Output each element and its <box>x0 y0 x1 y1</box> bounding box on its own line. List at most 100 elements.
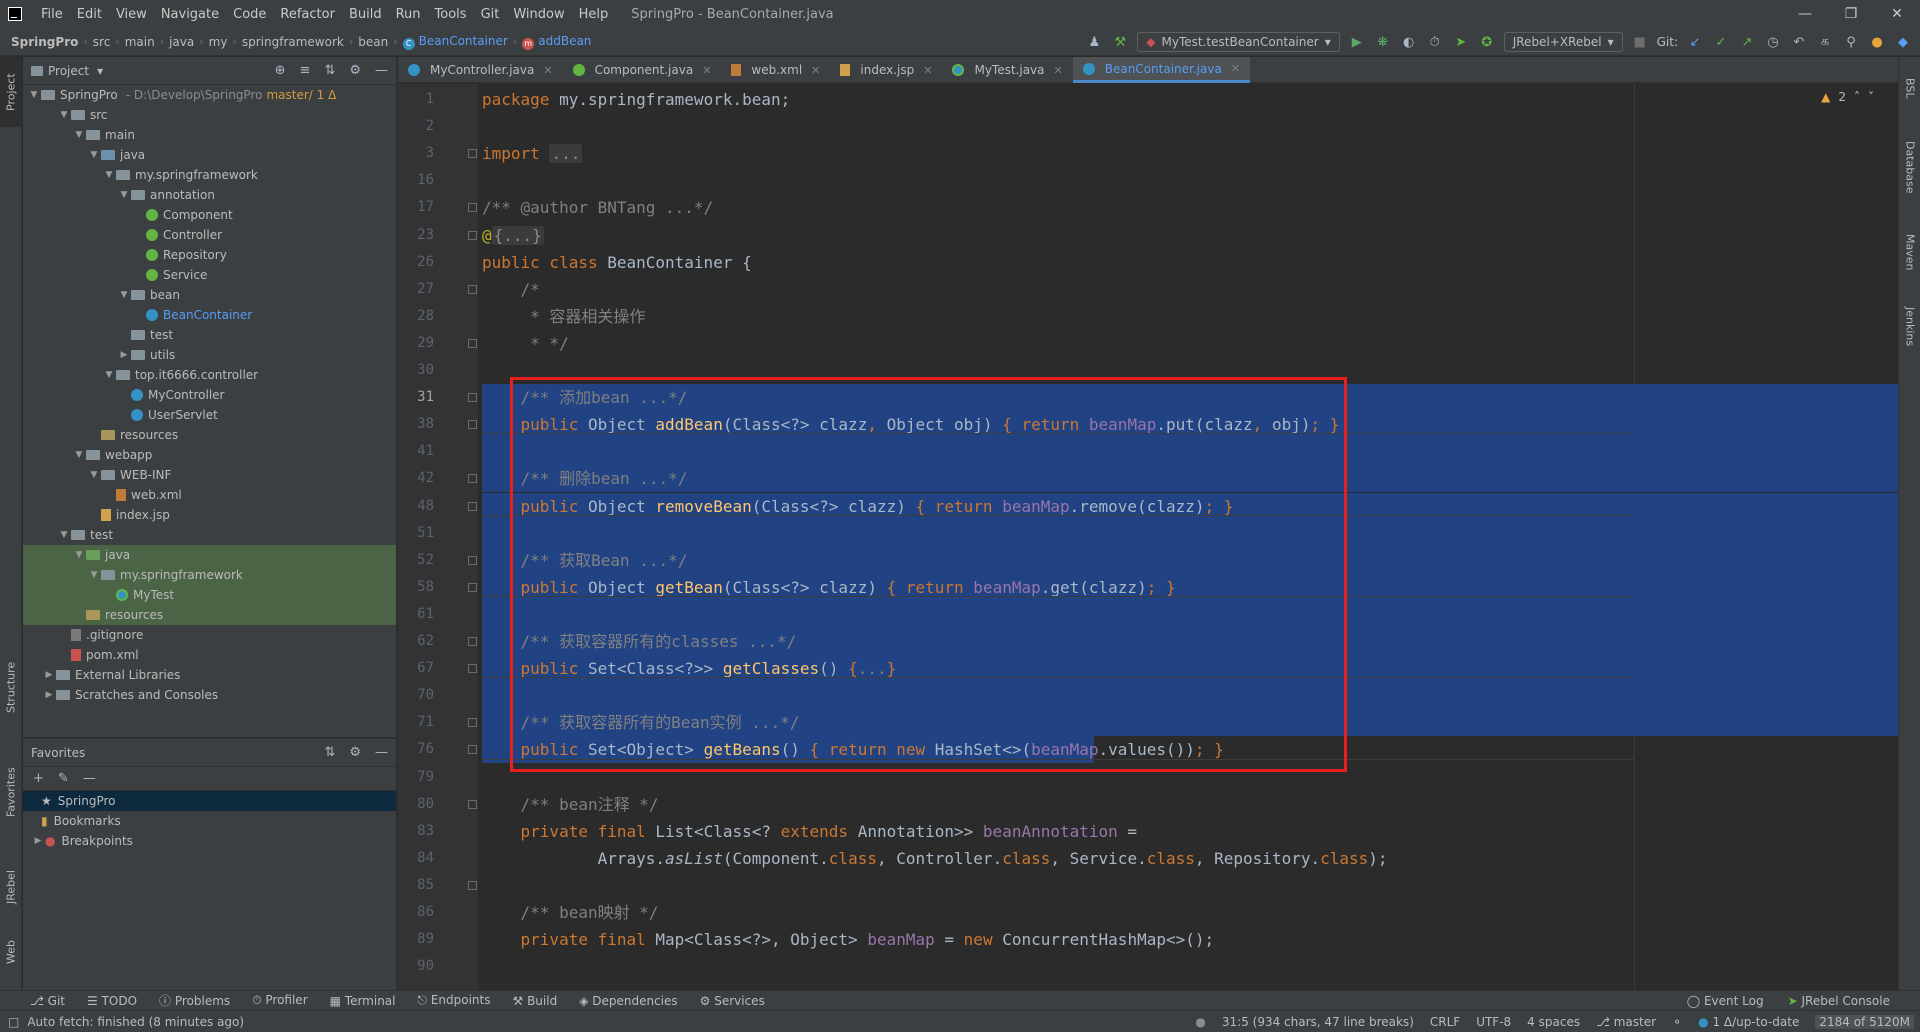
bsl-tool-tab[interactable]: BSL <box>1899 63 1920 113</box>
code-line[interactable]: import ... <box>482 140 583 167</box>
editor-tab[interactable]: web.xml ✕ <box>721 57 830 83</box>
tree-row[interactable]: MyTest <box>23 585 396 605</box>
tree-row[interactable]: ▶ utils <box>23 345 396 365</box>
git-commit-icon[interactable]: ✓ <box>1712 33 1730 51</box>
fold-toggle-icon[interactable] <box>468 230 477 240</box>
code-line[interactable]: @ {...} <box>482 222 544 249</box>
add-icon[interactable]: + <box>33 771 44 786</box>
favorites-item-springpro[interactable]: ★ SpringPro <box>23 791 396 811</box>
update-available-icon[interactable]: ● <box>1868 33 1886 51</box>
menu-navigate[interactable]: Navigate <box>154 7 226 22</box>
tool-tab-event-log[interactable]: ◯ Event Log <box>1687 994 1764 1008</box>
tool-tab-build[interactable]: ⚒ Build <box>512 994 557 1008</box>
tree-row[interactable]: ▼ main <box>23 125 396 145</box>
menu-file[interactable]: File <box>34 7 70 22</box>
rollback-icon[interactable]: ↶ <box>1790 33 1808 51</box>
expand-all-icon[interactable]: ≡ <box>300 63 311 78</box>
menu-view[interactable]: View <box>109 7 154 22</box>
menu-tools[interactable]: Tools <box>428 7 474 22</box>
code-line[interactable]: public class BeanContainer { <box>482 249 752 276</box>
tree-row[interactable]: ▼ bean <box>23 285 396 305</box>
fold-toggle-icon[interactable] <box>468 718 477 728</box>
chevron-right-icon[interactable]: ▶ <box>117 350 131 360</box>
locate-icon[interactable]: ⊕ <box>275 63 286 78</box>
web-tool-tab[interactable]: Web <box>0 927 22 977</box>
menu-build[interactable]: Build <box>342 7 389 22</box>
tree-row[interactable]: index.jsp <box>23 505 396 525</box>
close-tab-icon[interactable]: ✕ <box>1054 64 1063 77</box>
fold-toggle-icon[interactable] <box>468 393 477 403</box>
breadcrumb-item[interactable]: main <box>120 35 160 49</box>
menu-run[interactable]: Run <box>389 7 428 22</box>
fold-toggle-icon[interactable] <box>468 149 477 159</box>
chevron-down-icon[interactable]: ▼ <box>87 470 101 480</box>
tool-tab-todo[interactable]: ☰ TODO <box>87 994 137 1008</box>
jrebel-tool-tab[interactable]: JRebel <box>0 857 22 917</box>
tree-row[interactable]: UserServlet <box>23 405 396 425</box>
tree-row[interactable]: ▶ Scratches and Consoles <box>23 685 396 705</box>
stop-icon[interactable]: ■ <box>1631 33 1649 51</box>
editor-tab[interactable]: BeanContainer.java ✕ <box>1072 57 1251 83</box>
tree-row[interactable]: BeanContainer <box>23 305 396 325</box>
fold-toggle-icon[interactable] <box>468 582 477 592</box>
editor-tab[interactable]: index.jsp ✕ <box>830 57 942 83</box>
gear-icon[interactable]: ⚙ <box>349 63 361 78</box>
code-line[interactable]: /** bean映射 */ <box>482 899 659 926</box>
chevron-down-icon[interactable]: ▾ <box>97 64 103 78</box>
project-tool-tab[interactable]: Project <box>0 57 22 127</box>
chevron-down-icon[interactable]: ▼ <box>117 190 131 200</box>
tool-tab-endpoints[interactable]: ⎋ Endpoints <box>418 993 491 1008</box>
favorites-item-bookmarks[interactable]: ▮ Bookmarks <box>23 811 396 831</box>
breadcrumb-item[interactable]: springframework <box>237 35 349 49</box>
code-line[interactable]: * */ <box>482 330 569 357</box>
hide-icon[interactable]: — <box>375 63 388 78</box>
remove-icon[interactable]: — <box>83 771 96 786</box>
tree-row[interactable]: Controller <box>23 225 396 245</box>
lock-icon[interactable]: ⚬ <box>1672 1015 1682 1029</box>
status-message[interactable]: Auto fetch: finished (8 minutes ago) <box>27 1015 244 1029</box>
fold-toggle-icon[interactable] <box>468 474 477 484</box>
file-encoding[interactable]: UTF-8 <box>1476 1015 1511 1029</box>
tree-row[interactable]: ▼ java <box>23 145 396 165</box>
fold-toggle-icon[interactable] <box>468 338 477 348</box>
restore-icon[interactable]: ❐ <box>1828 0 1874 28</box>
code-line[interactable]: * 容器相关操作 <box>482 303 645 330</box>
breadcrumb-item[interactable]: java <box>164 35 199 49</box>
menu-window[interactable]: Window <box>506 7 571 22</box>
tree-row[interactable]: web.xml <box>23 485 396 505</box>
close-tab-icon[interactable]: ✕ <box>1231 62 1240 75</box>
tree-row[interactable]: MyController <box>23 385 396 405</box>
breadcrumb-item[interactable]: SpringPro <box>6 35 83 49</box>
memory-indicator[interactable]: 2184 of 5120M <box>1815 1014 1914 1029</box>
chevron-down-icon[interactable]: ▼ <box>27 90 41 100</box>
tree-row[interactable]: Repository <box>23 245 396 265</box>
collapse-all-icon[interactable]: ⇅ <box>324 745 335 760</box>
close-tab-icon[interactable]: ✕ <box>702 64 711 77</box>
breadcrumb-item[interactable]: C BeanContainer <box>398 34 513 50</box>
menu-code[interactable]: Code <box>226 7 273 22</box>
close-icon[interactable]: ✕ <box>1874 0 1920 28</box>
git-push-icon[interactable]: ↗ <box>1738 33 1756 51</box>
chevron-down-icon[interactable]: ▼ <box>117 290 131 300</box>
chevron-up-icon[interactable]: ˄ <box>1854 90 1860 104</box>
chevron-right-icon[interactable]: ▶ <box>31 836 45 846</box>
tree-row[interactable]: ▼ my.springframework <box>23 165 396 185</box>
chevron-right-icon[interactable]: ▶ <box>42 690 56 700</box>
git-update-icon[interactable]: ↙ <box>1686 33 1704 51</box>
collapse-all-icon[interactable]: ⇅ <box>324 63 335 78</box>
chevron-down-icon[interactable]: ▼ <box>57 110 71 120</box>
breadcrumb-item[interactable]: m addBean <box>517 34 596 50</box>
editor-tab[interactable]: Component.java ✕ <box>563 57 722 83</box>
tool-tab-problems[interactable]: ⓘ Problems <box>159 992 230 1009</box>
structure-tool-tab[interactable]: Structure <box>0 647 22 727</box>
chevron-down-icon[interactable]: ▼ <box>72 550 86 560</box>
tree-row[interactable]: Service <box>23 265 396 285</box>
search-icon[interactable]: ⚲ <box>1842 33 1860 51</box>
chevron-down-icon[interactable]: ▼ <box>72 130 86 140</box>
favorites-item-breakpoints[interactable]: ▶ ● Breakpoints <box>23 831 396 851</box>
jrebel-run-icon[interactable]: ➤ <box>1452 33 1470 51</box>
coverage-icon[interactable]: ◐ <box>1400 33 1418 51</box>
tool-tab-terminal[interactable]: ▦ Terminal <box>330 994 396 1008</box>
jenkins-tool-tab[interactable]: Jenkins <box>1899 292 1920 362</box>
tree-row[interactable]: pom.xml <box>23 645 396 665</box>
